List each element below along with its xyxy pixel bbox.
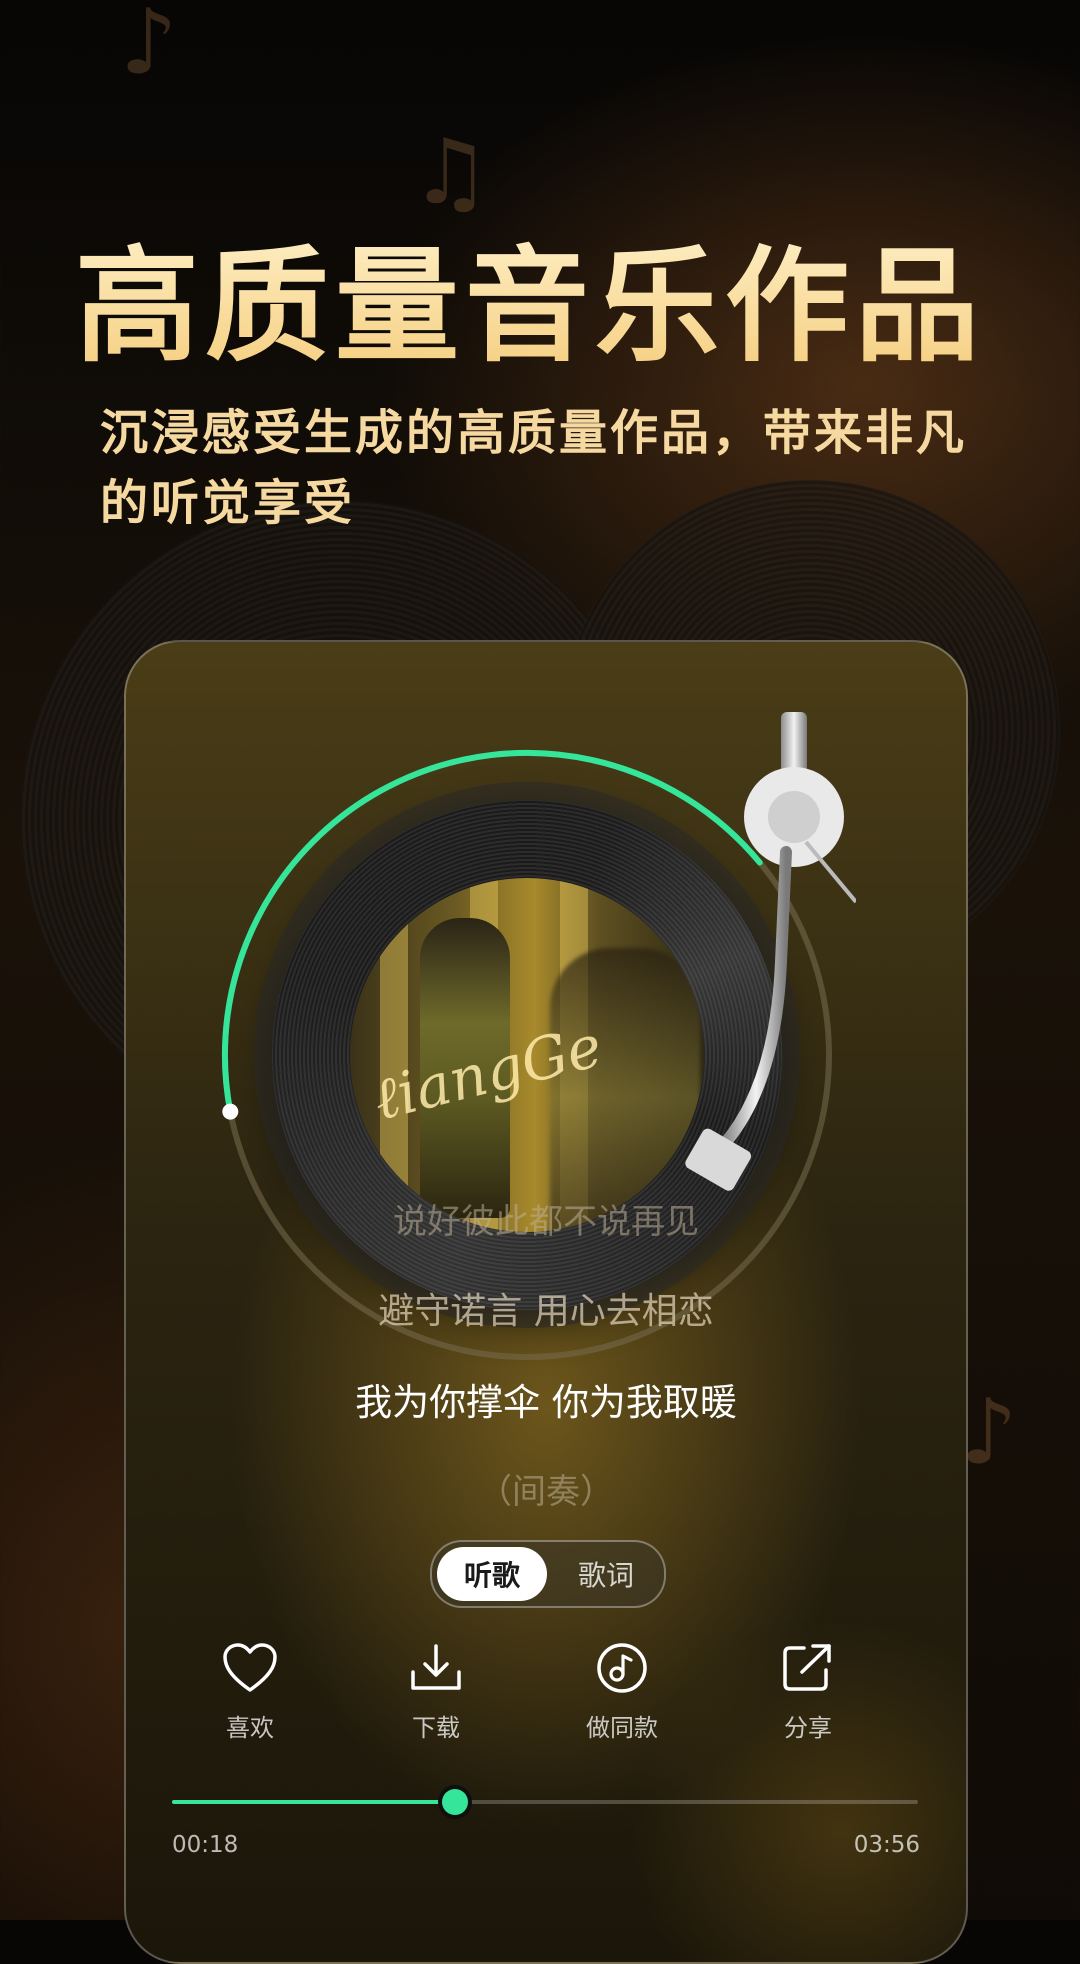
heart-icon (223, 1643, 277, 1692)
like-button[interactable]: 喜欢 (180, 1642, 320, 1743)
ring-progress-knob (222, 1103, 239, 1120)
lyric-line-next: （间奏） (478, 1472, 614, 1512)
action-bar: 喜欢 下载 做同款 分享 (126, 1642, 966, 1762)
progress-fill (172, 1800, 456, 1804)
share-button[interactable]: 分享 (738, 1642, 878, 1743)
download-button[interactable]: 下载 (366, 1642, 506, 1743)
lyric-line-previous-2: 说好彼此都不说再见 (393, 1202, 699, 1242)
share-icon (783, 1644, 831, 1691)
time-elapsed: 00:18 (172, 1832, 239, 1858)
music-note-icon: ♪ (120, 0, 178, 95)
download-label: 下载 (412, 1714, 460, 1742)
time-total: 03:56 (853, 1832, 920, 1858)
listen-lyrics-toggle[interactable]: 听歌 歌词 (430, 1540, 666, 1608)
player-card: ℓiangGe 说好彼此都不说再见 避守诺言 用心去相恋 我为你撑伞 你为我取暖… (124, 640, 968, 1964)
download-icon (411, 1644, 461, 1690)
share-label: 分享 (784, 1714, 832, 1742)
page-subheadline: 沉浸感受生成的高质量作品，带来非凡的听觉享受 (100, 405, 968, 531)
music-note-icon: ♪ (960, 1380, 1018, 1485)
make-same-button[interactable]: 做同款 (552, 1642, 692, 1743)
like-label: 喜欢 (226, 1714, 274, 1742)
toggle-listen[interactable]: 听歌 (437, 1547, 547, 1601)
lyric-line-previous-1: 避守诺言 用心去相恋 (378, 1291, 714, 1332)
music-note-icon (597, 1643, 647, 1693)
lyric-line-current: 我为你撑伞 你为我取暖 (355, 1381, 737, 1424)
progress-bar[interactable] (172, 1789, 918, 1815)
page-headline: 高质量音乐作品 (0, 205, 1060, 385)
make-same-label: 做同款 (586, 1714, 658, 1742)
toggle-lyrics[interactable]: 歌词 (552, 1547, 660, 1601)
progress-thumb[interactable] (442, 1789, 469, 1815)
tonearm-icon (685, 712, 856, 1191)
